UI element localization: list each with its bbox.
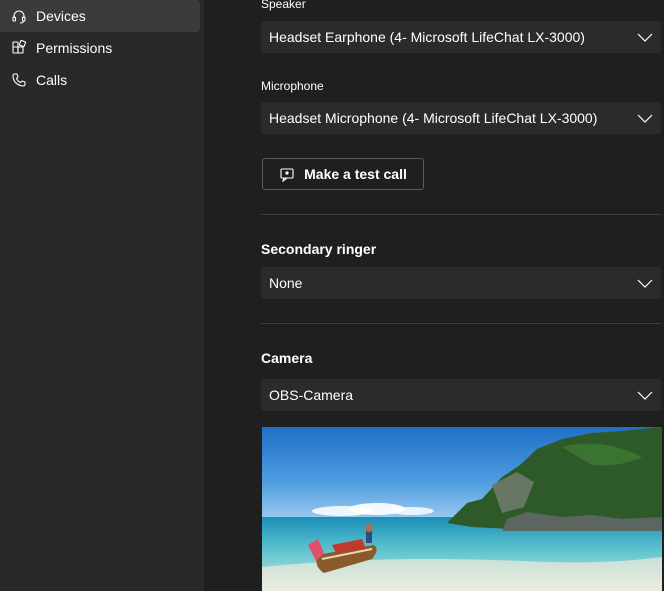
camera-title: Camera: [261, 350, 313, 366]
speaker-value: Headset Earphone (4- Microsoft LifeChat …: [269, 29, 585, 45]
sidebar: Devices Permissions Calls: [0, 0, 204, 591]
divider: [261, 323, 661, 324]
secondary-ringer-title: Secondary ringer: [261, 241, 377, 257]
test-call-icon: [279, 166, 295, 182]
speaker-select[interactable]: Headset Earphone (4- Microsoft LifeChat …: [261, 21, 661, 53]
headset-icon: [11, 8, 27, 24]
secondary-ringer-value: None: [269, 275, 303, 291]
sidebar-item-calls[interactable]: Calls: [0, 64, 200, 96]
camera-preview-image: [262, 427, 662, 591]
sidebar-item-devices[interactable]: Devices: [0, 0, 200, 32]
camera-select[interactable]: OBS-Camera: [261, 379, 661, 411]
speaker-label: Speaker: [261, 0, 306, 11]
microphone-value: Headset Microphone (4- Microsoft LifeCha…: [269, 110, 598, 126]
divider: [261, 214, 661, 215]
sidebar-item-label: Calls: [36, 72, 68, 88]
chevron-down-icon: [637, 279, 653, 288]
make-test-call-button[interactable]: Make a test call: [262, 158, 424, 190]
camera-preview: [262, 427, 662, 591]
microphone-label: Microphone: [261, 79, 324, 93]
make-test-call-label: Make a test call: [304, 166, 407, 182]
sidebar-item-label: Permissions: [36, 40, 113, 56]
phone-icon: [11, 72, 27, 88]
permissions-icon: [11, 40, 27, 56]
sidebar-item-label: Devices: [36, 8, 86, 24]
chevron-down-icon: [637, 391, 653, 400]
device-settings-panel: Speaker Headset Earphone (4- Microsoft L…: [204, 0, 664, 591]
chevron-down-icon: [637, 33, 653, 42]
camera-value: OBS-Camera: [269, 387, 354, 403]
chevron-down-icon: [637, 114, 653, 123]
microphone-select[interactable]: Headset Microphone (4- Microsoft LifeCha…: [261, 102, 661, 134]
secondary-ringer-select[interactable]: None: [261, 267, 661, 299]
sidebar-item-permissions[interactable]: Permissions: [0, 32, 200, 64]
